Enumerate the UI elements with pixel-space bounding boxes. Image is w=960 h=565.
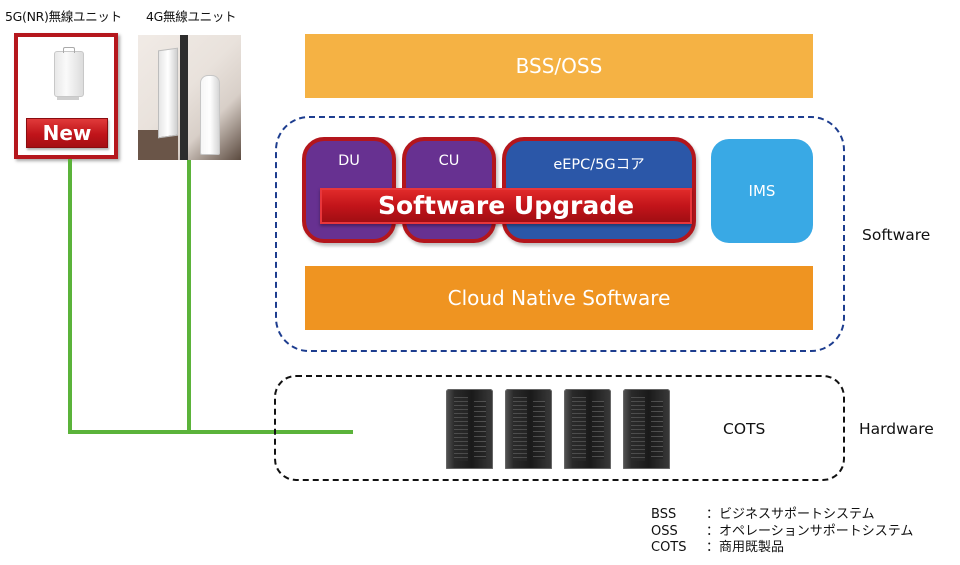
unit-4g-photo <box>138 35 241 160</box>
unit-5g-card: New <box>14 33 118 159</box>
server-rack-icon <box>446 389 493 469</box>
legend-row: BSS ：ビジネスサポートシステム <box>651 507 913 524</box>
legend-abbr: OSS <box>651 523 678 539</box>
du-label: DU <box>338 153 360 169</box>
legend-abbr: COTS <box>651 540 687 555</box>
server-rack-icon <box>505 389 552 469</box>
server-rack-icon <box>564 389 611 469</box>
epc-label: eEPC/5Gコア <box>553 157 645 173</box>
software-label: Software <box>862 226 931 244</box>
antenna-panel-icon <box>200 75 220 155</box>
new-badge: New <box>26 118 108 148</box>
abbreviation-legend: BSS ：ビジネスサポートシステム OSS ：オペレーションサポートシステム C… <box>651 507 913 557</box>
legend-abbr: BSS <box>651 507 677 522</box>
cots-label: COTS <box>723 420 766 438</box>
cu-label: CU <box>438 153 460 169</box>
ims-label: IMS <box>748 182 776 200</box>
unit-5g-label: 5G(NR)無線ユニット <box>5 9 122 24</box>
ims-block: IMS <box>711 139 813 243</box>
software-upgrade-banner: Software Upgrade <box>320 188 692 224</box>
cloud-native-software-layer: Cloud Native Software <box>305 266 813 330</box>
hardware-label: Hardware <box>859 420 934 438</box>
legend-desc: ：ビジネスサポートシステム <box>706 507 875 522</box>
unit-4g-label: 4G無線ユニット <box>146 9 237 24</box>
radio-unit-5g-icon <box>54 47 84 100</box>
legend-desc: ：商用既製品 <box>706 540 785 555</box>
antenna-panel-icon <box>158 47 178 139</box>
connection-line-5g <box>68 159 72 433</box>
legend-row: OSS ：オペレーションサポートシステム <box>651 524 913 541</box>
legend-row: COTS ：商用既製品 <box>651 540 913 557</box>
legend-desc: ：オペレーションサポートシステム <box>706 523 914 539</box>
connection-line-4g <box>187 160 191 433</box>
server-rack-icon <box>623 389 670 469</box>
antenna-pole <box>180 35 188 160</box>
bss-oss-layer: BSS/OSS <box>305 34 813 98</box>
